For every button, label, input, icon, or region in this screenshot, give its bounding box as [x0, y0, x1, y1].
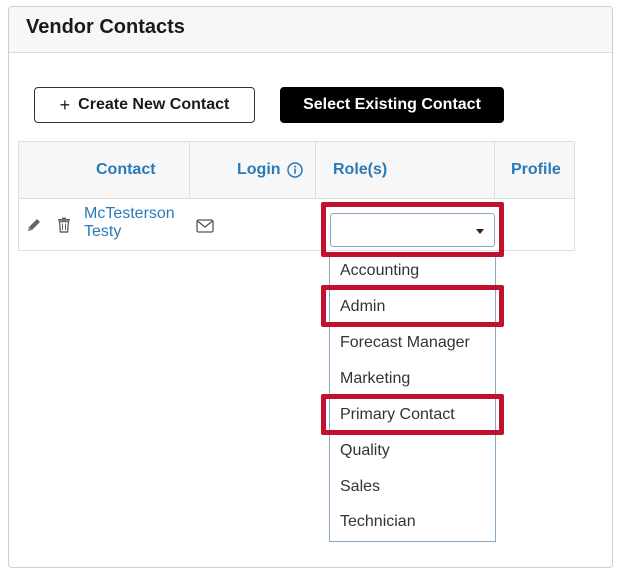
highlight-primary-contact-option [321, 394, 504, 435]
contact-name-link[interactable]: McTesterson Testy [84, 205, 194, 241]
column-header-roles[interactable]: Role(s) [333, 142, 387, 198]
panel-header: Vendor Contacts [9, 7, 612, 53]
table-header: Contact Login Role(s) Profile [19, 142, 574, 199]
column-header-login-label: Login [237, 161, 281, 178]
role-option-technician[interactable]: Technician [340, 513, 416, 531]
role-option-quality[interactable]: Quality [340, 442, 390, 460]
column-divider [315, 142, 316, 198]
highlight-admin-option [321, 285, 504, 327]
create-new-contact-button[interactable]: + Create New Contact [34, 87, 255, 123]
column-divider [494, 142, 495, 198]
select-existing-contact-label: Select Existing Contact [303, 96, 481, 113]
role-option-sales[interactable]: Sales [340, 478, 380, 496]
info-icon[interactable] [286, 162, 303, 178]
plus-icon: + [59, 94, 71, 115]
pencil-icon[interactable] [25, 216, 43, 234]
role-option-accounting[interactable]: Accounting [340, 262, 419, 280]
column-header-login[interactable]: Login [237, 142, 303, 198]
envelope-icon[interactable] [196, 219, 214, 233]
role-option-forecast-manager[interactable]: Forecast Manager [340, 334, 470, 352]
select-existing-contact-button[interactable]: Select Existing Contact [280, 87, 504, 123]
column-header-contact[interactable]: Contact [96, 142, 156, 198]
create-new-contact-label: Create New Contact [78, 96, 230, 113]
role-option-marketing[interactable]: Marketing [340, 370, 410, 388]
panel-title: Vendor Contacts [26, 16, 185, 38]
highlight-roles-select [321, 202, 504, 257]
column-divider [189, 142, 190, 198]
trash-icon[interactable] [55, 216, 73, 234]
column-header-profile[interactable]: Profile [511, 142, 561, 198]
